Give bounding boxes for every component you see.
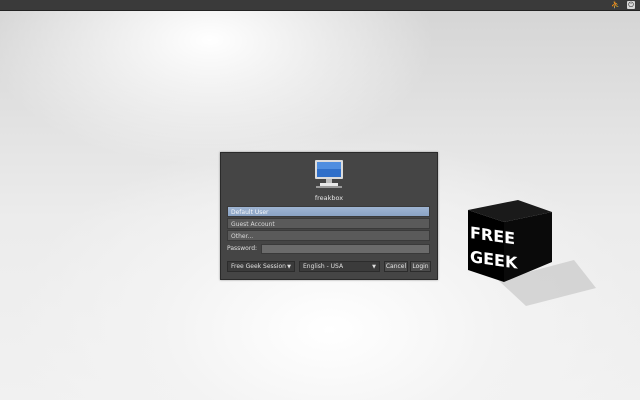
password-field[interactable] [261, 244, 430, 254]
free-geek-cube-logo: FREE GEEK [468, 200, 596, 306]
accessibility-icon[interactable]: ⛹ [611, 1, 620, 9]
chevron-down-icon: ▼ [287, 264, 291, 270]
computer-icon [315, 160, 343, 188]
top-panel: ⛹ ⏻ [0, 0, 640, 11]
user-item-default[interactable]: Default User [227, 206, 430, 217]
login-dialog: freakbox Default User Guest Account Othe… [220, 152, 438, 280]
chevron-down-icon: ▼ [372, 264, 376, 270]
password-label: Password: [227, 245, 258, 252]
cancel-button[interactable]: Cancel [384, 261, 408, 272]
user-list: Default User Guest Account Other... [227, 206, 430, 242]
language-select-value: English - USA [303, 263, 344, 270]
hostname-label: freakbox [314, 194, 344, 202]
user-item-guest[interactable]: Guest Account [227, 218, 430, 229]
session-select[interactable]: Free Geek Session ▼ [227, 261, 295, 272]
login-button[interactable]: Login [410, 261, 431, 272]
language-select[interactable]: English - USA ▼ [299, 261, 380, 272]
user-item-other[interactable]: Other... [227, 230, 430, 241]
session-select-value: Free Geek Session [231, 263, 286, 270]
power-icon[interactable]: ⏻ [627, 1, 635, 9]
